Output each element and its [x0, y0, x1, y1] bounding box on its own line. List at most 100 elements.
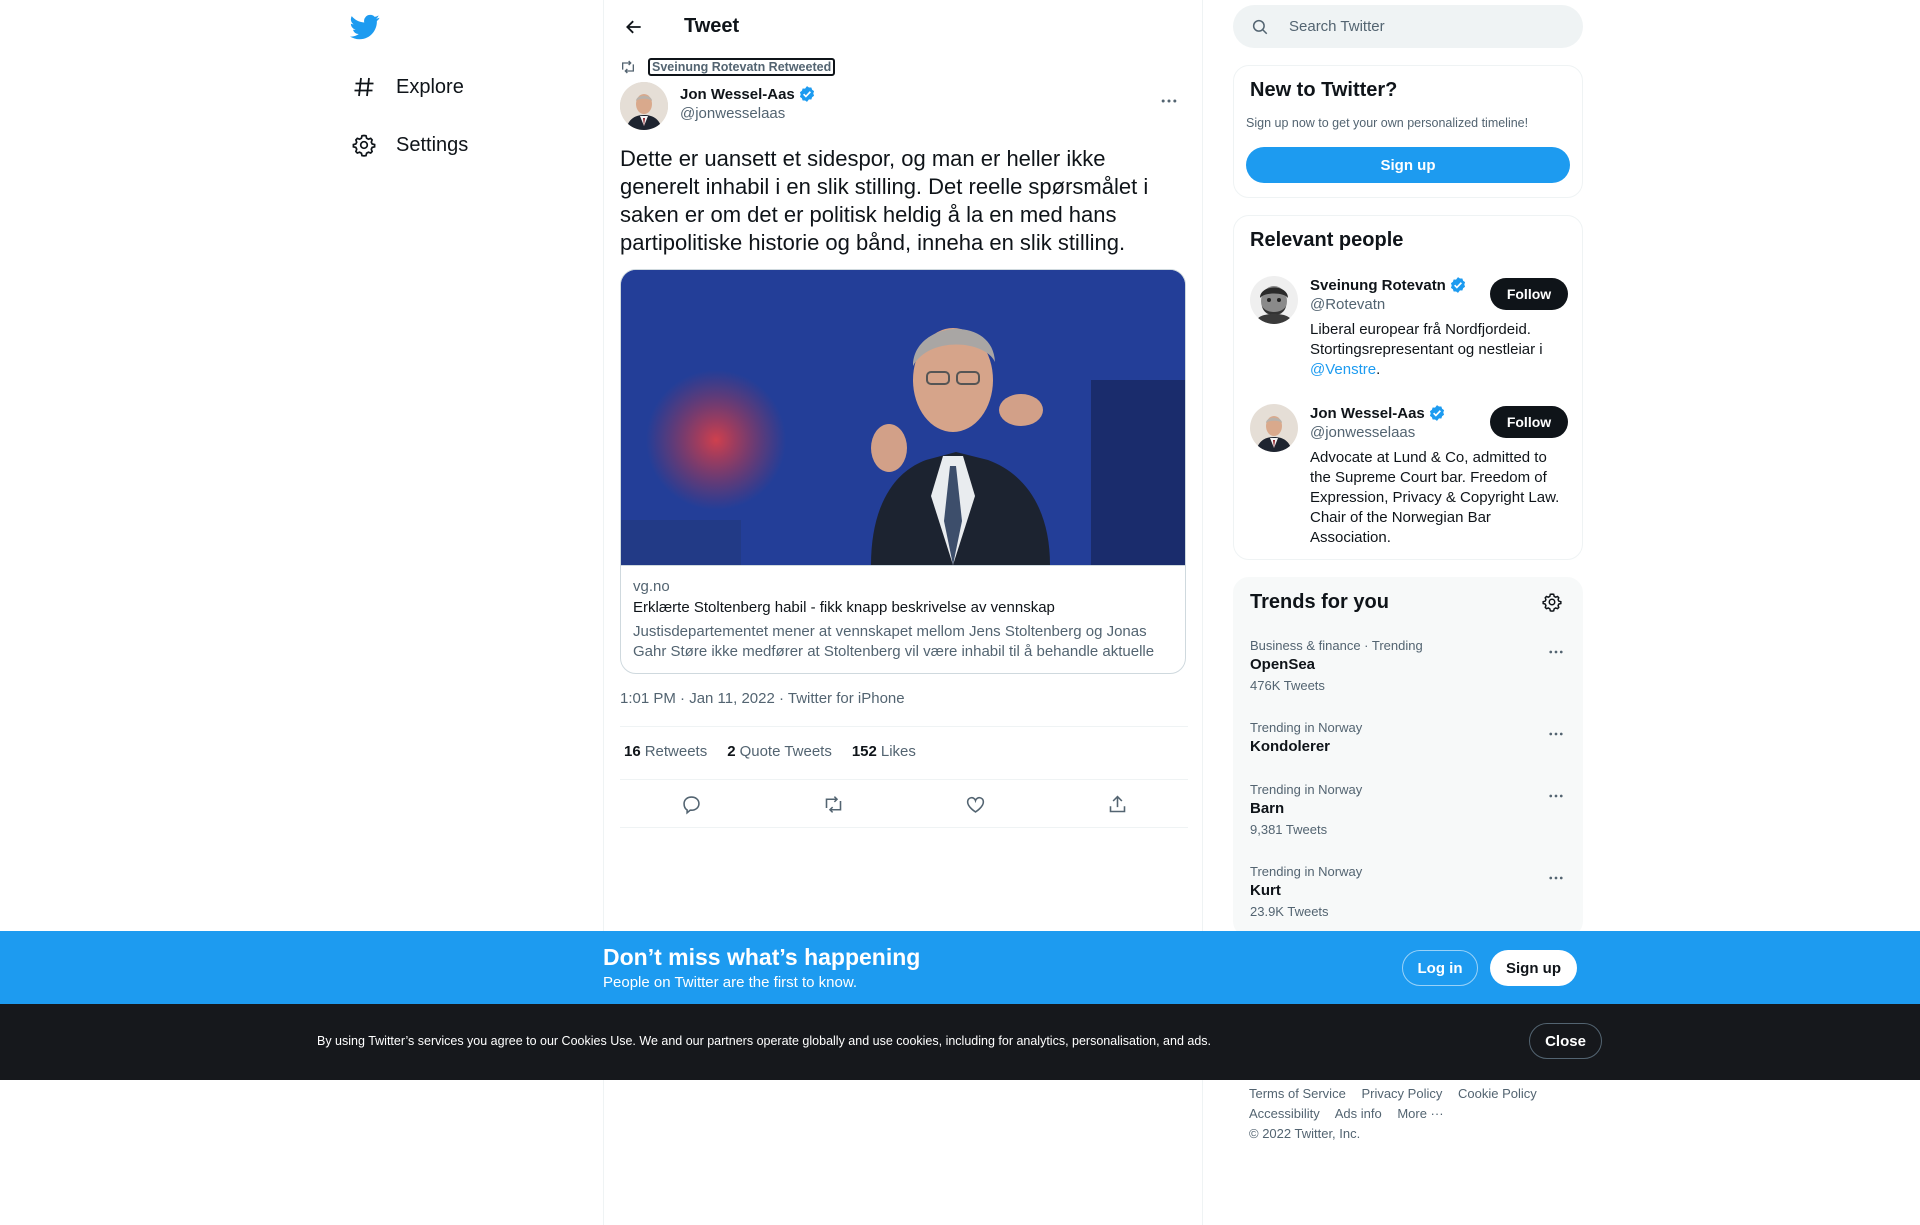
retweet-context: Sveinung Rotevatn Retweeted: [620, 58, 836, 76]
trend-item[interactable]: Business & finance · Trending OpenSea 47…: [1250, 638, 1568, 693]
trend-count: 9,381 Tweets: [1250, 822, 1328, 837]
link-card[interactable]: vg.no Erklærte Stoltenberg habil - fikk …: [620, 269, 1186, 674]
person-card[interactable]: Jon Wessel-Aas @jonwesselaas Follow Advo…: [1250, 404, 1568, 554]
retweets-count: 16: [624, 743, 641, 760]
avatar[interactable]: [620, 82, 668, 130]
heart-icon: [966, 796, 984, 813]
gear-icon: [1542, 593, 1562, 612]
share-button[interactable]: [1100, 787, 1134, 821]
search-input[interactable]: [1289, 18, 1559, 35]
nav-settings[interactable]: Settings: [350, 125, 468, 165]
tweet-author: Jon Wessel-Aas @jonwesselaas: [620, 82, 816, 130]
trend-count: 476K Tweets: [1250, 678, 1325, 693]
tweet-stats: 16 Retweets 2 Quote Tweets 152 Likes: [624, 743, 936, 760]
person-card[interactable]: Sveinung Rotevatn @Rotevatn Follow Liber…: [1250, 276, 1568, 386]
author-name-row[interactable]: Jon Wessel-Aas: [680, 85, 816, 103]
twitter-logo-icon[interactable]: [350, 12, 382, 44]
author-handle[interactable]: @jonwesselaas: [680, 105, 816, 122]
avatar[interactable]: [1250, 276, 1298, 324]
retweet-button[interactable]: [816, 787, 850, 821]
card-title: Erklærte Stoltenberg habil - fikk knapp …: [633, 599, 1055, 616]
likes-stat[interactable]: 152 Likes: [852, 743, 916, 760]
trend-context: Business & finance · Trending: [1250, 638, 1423, 653]
footer-links-row: Terms of Service Privacy Policy Cookie P…: [1249, 1086, 1549, 1101]
more-dots-icon: [1549, 876, 1563, 880]
quotes-label: Quote Tweets: [739, 743, 832, 760]
cookie-text: By using Twitter’s services you agree to…: [317, 1034, 1212, 1048]
banner-subtitle: People on Twitter are the first to know.: [603, 974, 858, 991]
trend-more-button[interactable]: [1544, 784, 1568, 808]
trend-context: Trending in Norway: [1250, 782, 1363, 797]
signup-banner: Don’t miss what’s happening People on Tw…: [0, 931, 1920, 1004]
back-button[interactable]: [616, 9, 652, 45]
venstre-link[interactable]: @Venstre: [1310, 361, 1376, 378]
person-bio-text: Liberal europear frå Nordfjordeid. Stort…: [1310, 321, 1543, 358]
trend-context: Trending in Norway: [1250, 720, 1363, 735]
retweeted-by-link[interactable]: Sveinung Rotevatn Retweeted: [648, 58, 836, 76]
more-dots-icon: [1549, 650, 1563, 654]
accessibility-link[interactable]: Accessibility: [1249, 1106, 1320, 1121]
tweet-text: Dette er uansett et sidespor, og man er …: [620, 146, 1149, 255]
terms-link[interactable]: Terms of Service: [1249, 1086, 1346, 1101]
divider: [620, 779, 1188, 780]
new-to-twitter-title: New to Twitter?: [1250, 79, 1398, 101]
follow-button[interactable]: Follow: [1490, 278, 1568, 310]
trends-settings-button[interactable]: [1542, 592, 1566, 616]
nav-explore[interactable]: Explore: [350, 67, 464, 107]
tweet-header: Tweet: [604, 0, 1202, 53]
sidebar-signup-button[interactable]: Sign up: [1246, 147, 1570, 183]
person-name-row[interactable]: Jon Wessel-Aas: [1310, 404, 1485, 422]
trend-count: 23.9K Tweets: [1250, 904, 1329, 919]
more-link[interactable]: More ···: [1397, 1106, 1443, 1121]
retweet-icon: [825, 795, 841, 813]
tweet-timestamp[interactable]: 1:01 PM · Jan 11, 2022 · Twitter for iPh…: [620, 690, 905, 707]
search-icon: [1252, 19, 1268, 34]
trend-more-button[interactable]: [1544, 722, 1568, 746]
signup-button[interactable]: Sign up: [1490, 950, 1577, 986]
new-to-twitter-panel: New to Twitter? Sign up now to get your …: [1233, 65, 1583, 198]
relevant-people-title: Relevant people: [1250, 229, 1404, 251]
verified-badge-icon: [1429, 405, 1444, 421]
banner-title: Don’t miss what’s happening: [603, 944, 921, 970]
person-bio: Advocate at Lund & Co, admitted to the S…: [1310, 449, 1560, 546]
person-handle[interactable]: @jonwesselaas: [1310, 424, 1485, 441]
trend-item[interactable]: Trending in Norway Barn 9,381 Tweets: [1250, 782, 1568, 837]
verified-badge-icon: [799, 86, 814, 102]
person-bio: Liberal europear frå Nordfjordeid. Stort…: [1310, 320, 1565, 380]
reply-icon: [682, 795, 700, 815]
more-dots-icon: [1549, 794, 1563, 798]
retweets-stat[interactable]: 16 Retweets: [624, 743, 707, 760]
cookie-policy-link[interactable]: Cookie Policy: [1458, 1086, 1537, 1101]
trend-item[interactable]: Trending in Norway Kondolerer: [1250, 720, 1568, 755]
trends-panel: Trends for you Business & finance · Tren…: [1233, 577, 1583, 937]
trend-more-button[interactable]: [1544, 866, 1568, 890]
divider: [620, 726, 1188, 727]
trend-item[interactable]: Trending in Norway Kurt 23.9K Tweets: [1250, 864, 1568, 919]
avatar[interactable]: [1250, 404, 1298, 452]
login-button[interactable]: Log in: [1402, 950, 1478, 986]
privacy-link[interactable]: Privacy Policy: [1361, 1086, 1442, 1101]
person-info: Sveinung Rotevatn @Rotevatn: [1310, 276, 1485, 313]
ads-info-link[interactable]: Ads info: [1335, 1106, 1382, 1121]
like-button[interactable]: [958, 787, 992, 821]
trend-more-button[interactable]: [1544, 640, 1568, 664]
person-handle[interactable]: @Rotevatn: [1310, 296, 1485, 313]
retweets-label: Retweets: [644, 743, 708, 760]
verified-badge-icon: [1450, 277, 1465, 293]
cookie-close-button[interactable]: Close: [1529, 1023, 1602, 1059]
page-title: Tweet: [684, 15, 740, 37]
arrow-left-icon: [626, 20, 641, 33]
tweet-more-button[interactable]: [1152, 84, 1186, 118]
reply-button[interactable]: [674, 787, 708, 821]
author-names: Jon Wessel-Aas @jonwesselaas: [680, 85, 816, 130]
follow-button[interactable]: Follow: [1490, 406, 1568, 438]
card-image: [621, 270, 1185, 565]
more-dots-icon: [1161, 99, 1177, 103]
footer-links-row: Accessibility Ads info More ···: [1249, 1106, 1456, 1121]
trend-name: Barn: [1250, 800, 1285, 817]
person-name-row[interactable]: Sveinung Rotevatn: [1310, 276, 1485, 294]
person-name: Jon Wessel-Aas: [1310, 404, 1425, 422]
quotes-stat[interactable]: 2 Quote Tweets: [727, 743, 832, 760]
search-box[interactable]: [1233, 5, 1583, 48]
likes-label: Likes: [880, 743, 916, 760]
